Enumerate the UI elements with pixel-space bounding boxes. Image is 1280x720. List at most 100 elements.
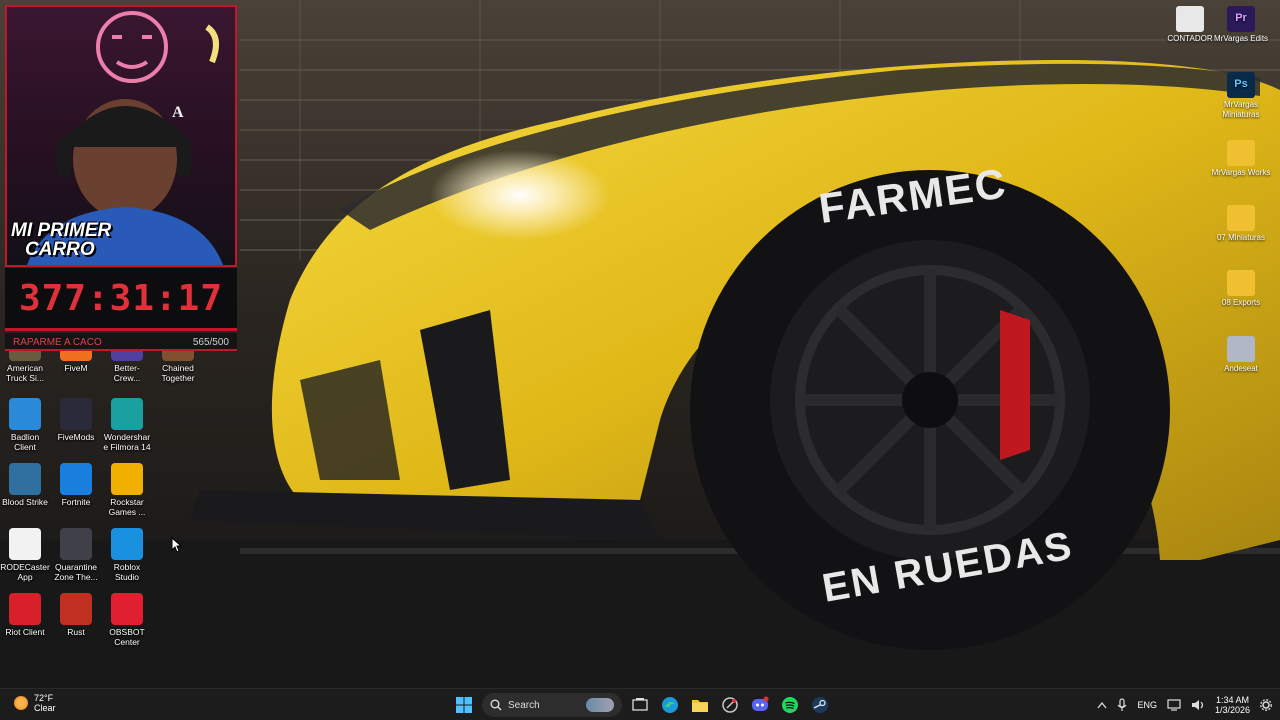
desktop-icon-badlion[interactable]: Badlion Client	[0, 398, 50, 452]
fortnite-icon	[60, 463, 92, 495]
desktop-icon-bloodstrike[interactable]: Blood Strike	[0, 463, 50, 507]
stream-banner: MI PRIMER CARRO	[11, 221, 151, 259]
start-button[interactable]	[452, 693, 476, 717]
desktop-icon-label: 07 Miniaturas	[1216, 233, 1266, 242]
folder-icon	[1227, 140, 1255, 166]
system-tray: ENG 1:34 AM 1/3/2026	[1097, 692, 1272, 718]
search-placeholder: Search	[508, 699, 540, 711]
desktop-icon-label: Chained Together	[161, 363, 195, 383]
folder-icon	[1227, 270, 1255, 296]
edge-browser-icon	[662, 697, 678, 713]
desktop-icon-label: CONTADOR	[1167, 34, 1213, 43]
desktop-icon-label: 08 Exports	[1221, 298, 1261, 307]
text-file-icon	[1176, 6, 1204, 32]
bloodstrike-icon	[9, 463, 41, 495]
weather-widget[interactable]: 72°F Clear	[14, 693, 56, 713]
spotify-icon	[782, 697, 798, 713]
premiere-icon: Pr	[1227, 6, 1255, 32]
task-view-button[interactable]	[628, 693, 652, 717]
desktop-icon-label: Badlion Client	[10, 432, 40, 452]
desktop-icon-label: Andeseat	[1224, 364, 1258, 373]
mouse-cursor-icon	[171, 537, 183, 553]
desktop-icon-fivemods[interactable]: FiveMods	[51, 398, 101, 442]
desktop-icon-rodecaster[interactable]: RODECaster App	[0, 528, 50, 582]
volume-icon[interactable]	[1191, 699, 1205, 711]
filmora-icon	[111, 398, 143, 430]
desktop-icon-rust[interactable]: Rust	[51, 593, 101, 637]
search-highlight-icon	[586, 698, 614, 712]
taskbar-clock[interactable]: 1:34 AM 1/3/2026	[1215, 695, 1250, 715]
tool-icon	[722, 697, 738, 713]
desktop-icon-obsbot[interactable]: OBSBOT Center	[102, 593, 152, 647]
desktop-icon-crew[interactable]: Better-Crew...	[102, 351, 152, 383]
webcam-feed: A MI PRIMER CARRO	[5, 5, 237, 267]
rust-icon	[60, 593, 92, 625]
desktop-icon-truck-game[interactable]: American Truck Si...	[0, 351, 50, 383]
weather-temp: 72°F	[34, 693, 54, 703]
rodecaster-icon	[9, 528, 41, 560]
desktop-icon-label: Rust	[67, 627, 85, 637]
desktop-icon-filmora[interactable]: Wondershare Filmora 14	[102, 398, 152, 452]
desktop-icon-label: American Truck Si...	[6, 363, 44, 383]
taskbar-steam[interactable]	[808, 693, 832, 717]
photoshop-icon: Ps	[1227, 72, 1255, 98]
desktop-icon-label: Wondershare Filmora 14	[103, 432, 151, 452]
fivemods-icon	[60, 398, 92, 430]
desktop-icon-label: RODECaster App	[0, 562, 50, 582]
desktop-icon-premiere[interactable]: Pr MrVargas Edits	[1209, 6, 1273, 44]
folder-icon	[692, 700, 708, 712]
steam-icon	[812, 697, 828, 713]
taskbar-discord[interactable]	[748, 693, 772, 717]
desktop-icon-photoshop[interactable]: Ps MrVargas Miniaturas	[1209, 72, 1273, 119]
desktop-icon-label: Fortnite	[61, 497, 91, 507]
taskbar: 72°F Clear Search ENG 1:34 AM 1/3/2026	[0, 688, 1280, 720]
notification-gear-icon[interactable]	[1260, 699, 1272, 711]
weather-desc: Clear	[34, 703, 56, 713]
desktop-icon-label: OBSBOT Center	[109, 627, 145, 647]
chain-icon	[162, 351, 194, 361]
desktop-icon-riot[interactable]: Riot Client	[0, 593, 50, 637]
taskbar-file-explorer[interactable]	[688, 693, 712, 717]
image-file-icon	[1227, 336, 1255, 362]
desktop-icon-label: FiveMods	[57, 432, 95, 442]
search-icon	[490, 699, 502, 711]
desktop-icon-folder-image[interactable]: 07 Miniaturas	[1209, 205, 1273, 243]
language-indicator[interactable]: ENG	[1137, 700, 1157, 710]
desktop-icon-fivem[interactable]: FiveM	[51, 351, 101, 373]
taskbar-search[interactable]: Search	[482, 693, 622, 717]
desktop-icon-label: Riot Client	[5, 627, 45, 637]
weather-sun-icon	[14, 696, 28, 710]
desktop-icon-label: MrVargas Edits	[1213, 34, 1269, 43]
chevron-up-icon[interactable]	[1097, 701, 1107, 709]
desktop-icon-label: Quarantine Zone The...	[54, 562, 98, 582]
goal-bar: RAPARME A CACO 565/500	[5, 333, 237, 351]
desktop-icon-label: Roblox Studio	[113, 562, 141, 582]
taskbar-spotify[interactable]	[778, 693, 802, 717]
desktop-icon-folder[interactable]: MrVargas Works	[1209, 140, 1273, 178]
fivem-icon	[60, 351, 92, 361]
task-view-icon	[632, 698, 648, 711]
truck-game-icon	[9, 351, 41, 361]
rockstar-icon	[111, 463, 143, 495]
desktop-icon-label: Rockstar Games ...	[108, 497, 146, 517]
desktop-icon-fortnite[interactable]: Fortnite	[51, 463, 101, 507]
stream-overlay: A MI PRIMER CARRO 377:31:17 RAPARME A CA…	[0, 0, 240, 351]
desktop-icon-quarantine[interactable]: Quarantine Zone The...	[51, 528, 101, 582]
network-icon[interactable]	[1167, 699, 1181, 711]
desktop-icon-folder[interactable]: 08 Exports	[1209, 270, 1273, 308]
roblox-icon	[111, 528, 143, 560]
windows-logo-icon	[456, 697, 472, 713]
taskbar-app-tool[interactable]	[718, 693, 742, 717]
desktop-icon-label: Better-Crew...	[113, 363, 141, 383]
desktop-icon-image-file[interactable]: Andeseat	[1209, 336, 1273, 374]
desktop-icon-chain[interactable]: Chained Together	[153, 351, 203, 383]
goal-label: RAPARME A CACO	[13, 336, 102, 348]
desktop-icon-rockstar[interactable]: Rockstar Games ...	[102, 463, 152, 517]
taskbar-edge[interactable]	[658, 693, 682, 717]
goal-count: 565/500	[192, 336, 229, 348]
desktop-icon-roblox[interactable]: Roblox Studio	[102, 528, 152, 582]
microphone-icon[interactable]	[1117, 698, 1127, 712]
taskbar-apps: Search	[452, 692, 832, 718]
desktop-icon-label: MrVargas Works	[1211, 168, 1271, 177]
folder-image-icon	[1227, 205, 1255, 231]
